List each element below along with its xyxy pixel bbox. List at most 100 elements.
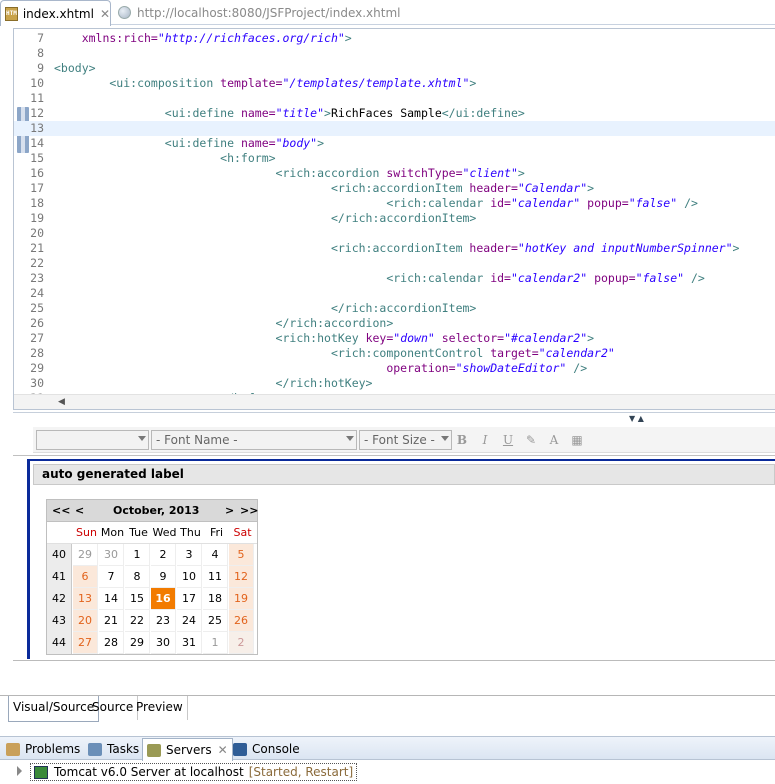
- code-line[interactable]: 13: [14, 121, 775, 136]
- style-combo[interactable]: [36, 430, 149, 450]
- line-number: 20: [30, 226, 44, 240]
- calendar-day[interactable]: 9: [151, 566, 176, 588]
- tab-index-xhtml[interactable]: HTM index.xhtml ✕: [0, 0, 111, 26]
- code-line[interactable]: 15 <h:form>: [14, 151, 775, 166]
- calendar-day[interactable]: 1: [125, 544, 150, 566]
- code-token: </rich:accordionItem>: [54, 301, 477, 315]
- calendar-day[interactable]: 18: [203, 588, 228, 610]
- horizontal-scrollbar[interactable]: ◀: [14, 394, 775, 409]
- close-icon[interactable]: ✕: [100, 7, 110, 21]
- calendar-day[interactable]: 4: [203, 544, 228, 566]
- code-line[interactable]: 18 <rich:calendar id="calendar" popup="f…: [14, 196, 775, 211]
- code-line[interactable]: 19 </rich:accordionItem>: [14, 211, 775, 226]
- code-line[interactable]: 24: [14, 286, 775, 301]
- tab-preview[interactable]: Preview: [132, 696, 188, 720]
- underline-button[interactable]: U: [499, 431, 517, 449]
- calendar-day[interactable]: 12: [229, 566, 254, 588]
- calendar-day[interactable]: 27: [73, 632, 98, 654]
- calendar-day[interactable]: 30: [151, 632, 176, 654]
- source-editor[interactable]: 7 xmlns:rich="http://richfaces.org/rich"…: [13, 28, 775, 410]
- highlight-icon[interactable]: ✎: [522, 431, 540, 449]
- calendar-day-today[interactable]: 16: [151, 588, 176, 610]
- calendar-day[interactable]: 2: [151, 544, 176, 566]
- splitter-arrows-icon[interactable]: ▼ ▲: [629, 414, 644, 423]
- next-month-button[interactable]: >: [225, 504, 234, 517]
- console-icon: [233, 742, 247, 756]
- calendar-day[interactable]: 28: [99, 632, 124, 654]
- font-size-combo[interactable]: - Font Size -: [359, 430, 452, 450]
- calendar-day[interactable]: 21: [99, 610, 124, 632]
- code-line[interactable]: 22: [14, 256, 775, 271]
- accordion-item-header[interactable]: auto generated label: [33, 464, 775, 485]
- code-line[interactable]: 7 xmlns:rich="http://richfaces.org/rich"…: [14, 31, 775, 46]
- calendar-day[interactable]: 25: [203, 610, 228, 632]
- calendar-day[interactable]: 8: [125, 566, 150, 588]
- view-tasks[interactable]: Tasks: [88, 740, 139, 758]
- prev-year-button[interactable]: <<: [52, 504, 70, 517]
- calendar-day[interactable]: 23: [151, 610, 176, 632]
- code-line[interactable]: 8: [14, 46, 775, 61]
- calendar-day[interactable]: 24: [177, 610, 202, 632]
- server-list: Tomcat v6.0 Server at localhost [Started…: [0, 761, 775, 784]
- code-line[interactable]: 16 <rich:accordion switchType="client">: [14, 166, 775, 181]
- view-problems[interactable]: Problems: [6, 740, 80, 758]
- calendar-day[interactable]: 10: [177, 566, 202, 588]
- server-item[interactable]: Tomcat v6.0 Server at localhost [Started…: [30, 763, 358, 781]
- calendar-day[interactable]: 5: [229, 544, 254, 566]
- prev-month-button[interactable]: <: [75, 504, 84, 517]
- code-line[interactable]: 29 operation="showDateEditor" />: [14, 361, 775, 376]
- calendar-header: << < October, 2013 > >>: [47, 500, 258, 522]
- close-icon[interactable]: ✕: [218, 741, 228, 759]
- calendar-day[interactable]: 14: [99, 588, 124, 610]
- calendar-widget: << < October, 2013 > >> Sun Mon Tue Wed Thu F…: [46, 499, 258, 655]
- code-line[interactable]: 28 <rich:componentControl target="calend…: [14, 346, 775, 361]
- code-token: <ui:define: [54, 106, 241, 120]
- font-color-icon[interactable]: A: [545, 431, 563, 449]
- code-line[interactable]: 20: [14, 226, 775, 241]
- calendar-day[interactable]: 20: [73, 610, 98, 632]
- line-content: <ui:define name="body">: [54, 136, 324, 151]
- code-line[interactable]: 10 <ui:composition template="/templates/…: [14, 76, 775, 91]
- calendar-day[interactable]: 22: [125, 610, 150, 632]
- calendar-day[interactable]: 7: [99, 566, 124, 588]
- code-line[interactable]: 9 <body>: [14, 61, 775, 76]
- font-name-combo[interactable]: - Font Name -: [151, 430, 357, 450]
- calendar-day[interactable]: 13: [73, 588, 98, 610]
- calendar-day[interactable]: 11: [203, 566, 228, 588]
- tab-source[interactable]: Source: [88, 696, 139, 720]
- expand-triangle-icon[interactable]: [17, 766, 22, 776]
- next-year-button[interactable]: >>: [240, 504, 258, 517]
- calendar-day[interactable]: 30: [99, 544, 124, 566]
- calendar-day[interactable]: 1: [203, 632, 228, 654]
- code-line[interactable]: 14 <ui:define name="body">: [14, 136, 775, 151]
- code-line[interactable]: 27 <rich:hotKey key="down" selector="#ca…: [14, 331, 775, 346]
- calendar-day[interactable]: 3: [177, 544, 202, 566]
- scroll-left-icon[interactable]: ◀: [58, 397, 65, 407]
- calendar-day[interactable]: 31: [177, 632, 202, 654]
- code-line[interactable]: 11: [14, 91, 775, 106]
- calendar-day[interactable]: 15: [125, 588, 150, 610]
- calendar-day[interactable]: 29: [125, 632, 150, 654]
- calendar-day[interactable]: 26: [229, 610, 254, 632]
- code-line[interactable]: 25 </rich:accordionItem>: [14, 301, 775, 316]
- code-line[interactable]: 26 </rich:accordion>: [14, 316, 775, 331]
- calendar-day[interactable]: 29: [73, 544, 98, 566]
- code-line[interactable]: 21 <rich:accordionItem header="hotKey an…: [14, 241, 775, 256]
- tab-visual-source[interactable]: Visual/Source: [8, 696, 100, 722]
- calendar-day[interactable]: 17: [177, 588, 202, 610]
- pane-splitter[interactable]: ▼ ▲: [13, 412, 775, 424]
- table-icon[interactable]: ▦: [568, 431, 586, 449]
- code-line[interactable]: 17 <rich:accordionItem header="Calendar"…: [14, 181, 775, 196]
- calendar-day[interactable]: 19: [229, 588, 254, 610]
- calendar-day[interactable]: 6: [73, 566, 98, 588]
- bold-button[interactable]: B: [453, 431, 471, 449]
- code-line[interactable]: 23 <rich:calendar id="calendar2" popup="…: [14, 271, 775, 286]
- view-console[interactable]: Console: [233, 740, 300, 758]
- week-number: 44: [47, 632, 72, 654]
- italic-button[interactable]: I: [476, 431, 494, 449]
- calendar-day[interactable]: 2: [229, 632, 254, 654]
- view-servers[interactable]: Servers ✕: [142, 738, 233, 761]
- code-line[interactable]: 30 </rich:hotKey>: [14, 376, 775, 391]
- code-line[interactable]: 12 <ui:define name="title">RichFaces Sam…: [14, 106, 775, 121]
- tab-browser-url[interactable]: http://localhost:8080/JSFProject/index.x…: [114, 0, 401, 25]
